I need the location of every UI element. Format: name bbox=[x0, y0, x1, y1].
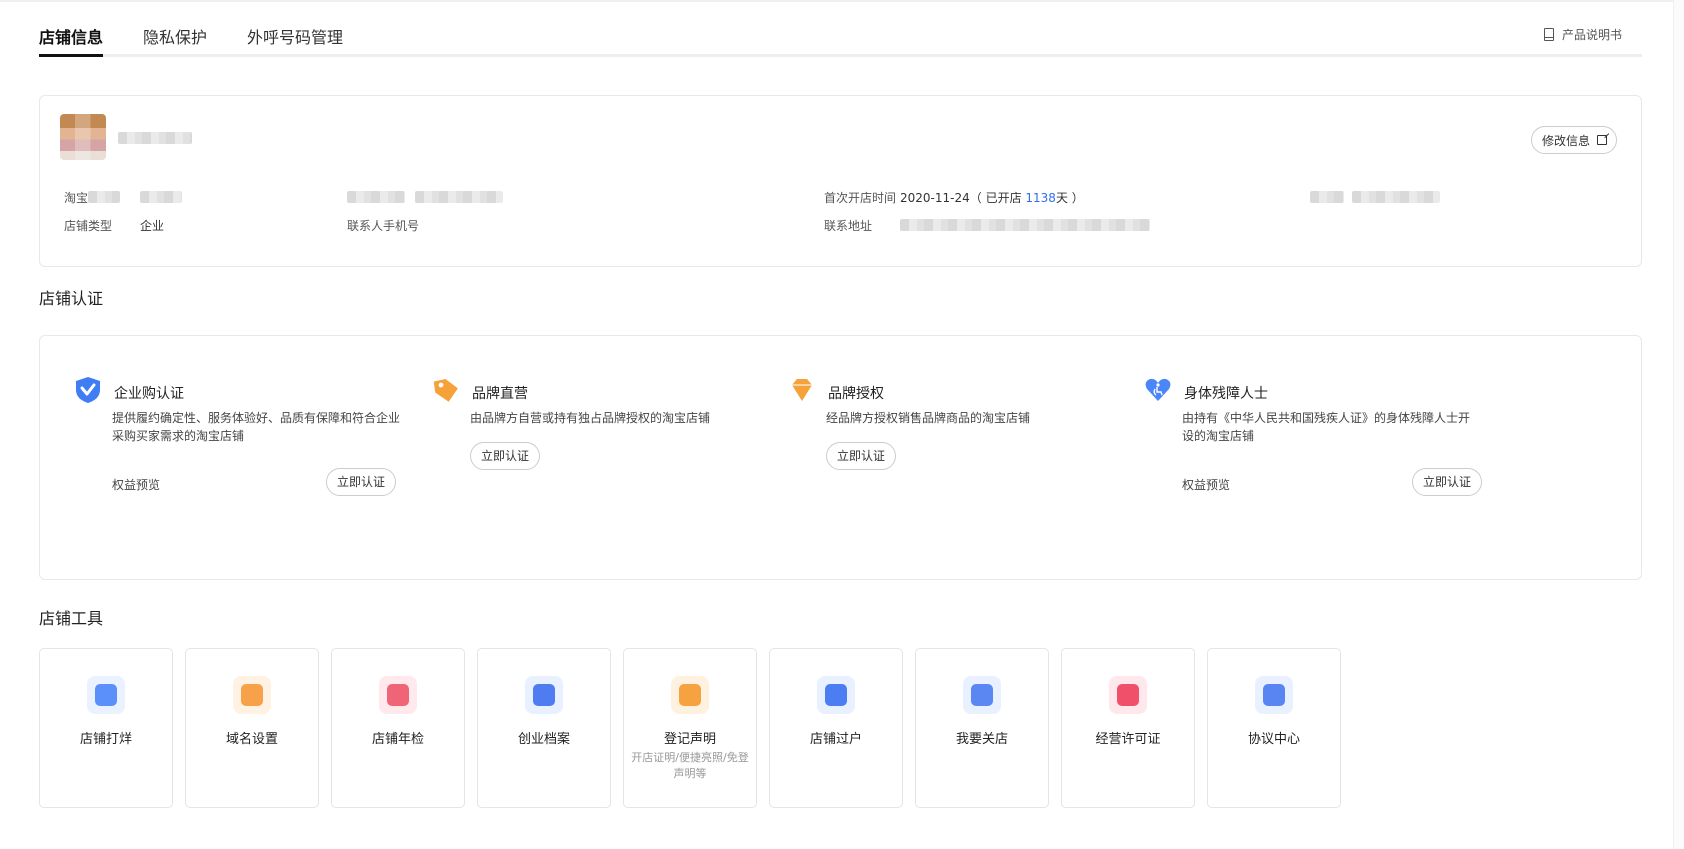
first-open-label: 首次开店时间 bbox=[824, 191, 897, 205]
accessibility-heart-icon bbox=[1145, 378, 1171, 401]
certify-now-button[interactable]: 立即认证 bbox=[470, 442, 541, 470]
certification-section-title: 店铺认证 bbox=[39, 289, 104, 308]
field-redacted-4 bbox=[1352, 191, 1440, 203]
inspection-shield-icon bbox=[379, 676, 417, 714]
cert-title: 企业购认证 bbox=[114, 386, 184, 402]
book-icon bbox=[1543, 28, 1554, 41]
tab-underline bbox=[39, 54, 1642, 57]
tool-label: 登记声明 bbox=[663, 732, 716, 747]
cert-title: 身体残障人士 bbox=[1184, 386, 1268, 402]
tool-label: 协议中心 bbox=[1247, 732, 1300, 747]
tool-business-license[interactable]: 经营许可证 bbox=[1061, 648, 1195, 808]
certify-now-button[interactable]: 立即认证 bbox=[326, 468, 397, 496]
tool-registration-statement[interactable]: 登记声明 开店证明/便捷亮照/免登声明等 bbox=[623, 648, 757, 808]
store-avatar bbox=[60, 114, 106, 160]
tool-sublabel: 开店证明/便捷亮照/免登声明等 bbox=[631, 751, 749, 780]
tools-section-title: 店铺工具 bbox=[39, 609, 104, 628]
diamond-icon bbox=[792, 379, 812, 401]
tool-label: 店铺年检 bbox=[371, 732, 424, 747]
taobao-label: 淘宝 bbox=[64, 191, 89, 205]
field-redacted-1 bbox=[347, 191, 405, 203]
license-folder-icon bbox=[1109, 676, 1147, 714]
scrollbar[interactable] bbox=[1673, 0, 1684, 849]
tool-close-store[interactable]: 我要关店 bbox=[915, 648, 1049, 808]
benefit-preview-link[interactable]: 权益预览 bbox=[1182, 476, 1230, 493]
edit-info-button[interactable]: 修改信息 bbox=[1530, 126, 1617, 154]
cert-description: 由品牌方自营或持有独占品牌授权的淘宝店铺 bbox=[470, 411, 711, 425]
tool-label: 店铺过户 bbox=[809, 732, 862, 747]
tool-label: 域名设置 bbox=[225, 732, 278, 747]
tab-active-indicator bbox=[39, 54, 103, 57]
store-type-value: 企业 bbox=[140, 219, 165, 233]
certify-now-button[interactable]: 立即认证 bbox=[1412, 468, 1483, 496]
store-info-card: 修改信息 淘宝 店铺类型 企业 联系人手机号 首次开店时间 2020-11-24… bbox=[39, 95, 1642, 267]
address-redacted bbox=[900, 219, 1150, 231]
domain-icon bbox=[233, 676, 271, 714]
registration-doc-icon bbox=[671, 676, 709, 714]
field-redacted-2 bbox=[415, 191, 503, 203]
cert-description: 由持有《中华人民共和国残疾人证》的身体残障人士开设的淘宝店铺 bbox=[1182, 411, 1471, 443]
product-manual-link[interactable]: 产品说明书 bbox=[1543, 26, 1622, 43]
store-type-label: 店铺类型 bbox=[64, 219, 113, 233]
tab-privacy[interactable]: 隐私保护 bbox=[143, 24, 207, 48]
tool-label: 创业档案 bbox=[517, 732, 570, 747]
opened-suffix: 天 ） bbox=[1055, 191, 1084, 205]
cert-title: 品牌直营 bbox=[472, 386, 528, 402]
archive-icon bbox=[525, 676, 563, 714]
tool-annual-inspection[interactable]: 店铺年检 bbox=[331, 648, 465, 808]
store-name-redacted bbox=[118, 132, 192, 144]
store-closed-icon bbox=[87, 676, 125, 714]
external-link-icon bbox=[1597, 135, 1607, 145]
tool-store-closed[interactable]: 店铺打烊 bbox=[39, 648, 173, 808]
tab-outbound-number[interactable]: 外呼号码管理 bbox=[247, 24, 343, 48]
tool-store-transfer[interactable]: 店铺过户 bbox=[769, 648, 903, 808]
tool-agreement-center[interactable]: 协议中心 bbox=[1207, 648, 1341, 808]
cert-title: 品牌授权 bbox=[828, 386, 884, 402]
taobao-value-redacted bbox=[140, 191, 182, 203]
enterprise-shield-icon bbox=[76, 377, 100, 403]
transfer-icon bbox=[817, 676, 855, 714]
benefit-preview-link[interactable]: 权益预览 bbox=[112, 476, 160, 493]
address-label: 联系地址 bbox=[824, 219, 873, 233]
product-manual-label: 产品说明书 bbox=[1561, 28, 1622, 42]
main-content: 店铺信息 隐私保护 外呼号码管理 产品说明书 修改信息 淘宝 店铺类型 企业 联… bbox=[39, 0, 1642, 808]
cert-description: 经品牌方授权销售品牌商品的淘宝店铺 bbox=[826, 411, 1031, 425]
tab-store-info[interactable]: 店铺信息 bbox=[39, 24, 103, 48]
tool-label: 我要关店 bbox=[955, 732, 1008, 747]
certification-card: 企业购认证 提供履约确定性、服务体验好、品质有保障和符合企业采购买家需求的淘宝店… bbox=[39, 335, 1642, 580]
tool-label: 店铺打烊 bbox=[79, 732, 132, 747]
opened-days: 1138 bbox=[1025, 191, 1056, 205]
contact-phone-label: 联系人手机号 bbox=[347, 219, 420, 233]
agreement-icon bbox=[1255, 676, 1293, 714]
certify-now-button[interactable]: 立即认证 bbox=[826, 442, 897, 470]
tab-bar: 店铺信息 隐私保护 外呼号码管理 产品说明书 bbox=[39, 0, 1642, 58]
taobao-id-redacted bbox=[88, 191, 120, 203]
field-redacted-3 bbox=[1310, 191, 1344, 203]
cert-description: 提供履约确定性、服务体验好、品质有保障和符合企业采购买家需求的淘宝店铺 bbox=[112, 411, 401, 443]
tool-domain-settings[interactable]: 域名设置 bbox=[185, 648, 319, 808]
opened-prefix: （ 已开店 bbox=[969, 191, 1026, 205]
brand-tag-icon bbox=[433, 378, 458, 402]
tool-label: 经营许可证 bbox=[1095, 732, 1161, 747]
edit-info-label: 修改信息 bbox=[1541, 134, 1590, 148]
close-store-icon bbox=[963, 676, 1001, 714]
tool-startup-archive[interactable]: 创业档案 bbox=[477, 648, 611, 808]
first-open-date: 2020-11-24 bbox=[900, 191, 970, 205]
first-open-value: 2020-11-24（ 已开店 1138天 ） bbox=[900, 189, 1084, 206]
